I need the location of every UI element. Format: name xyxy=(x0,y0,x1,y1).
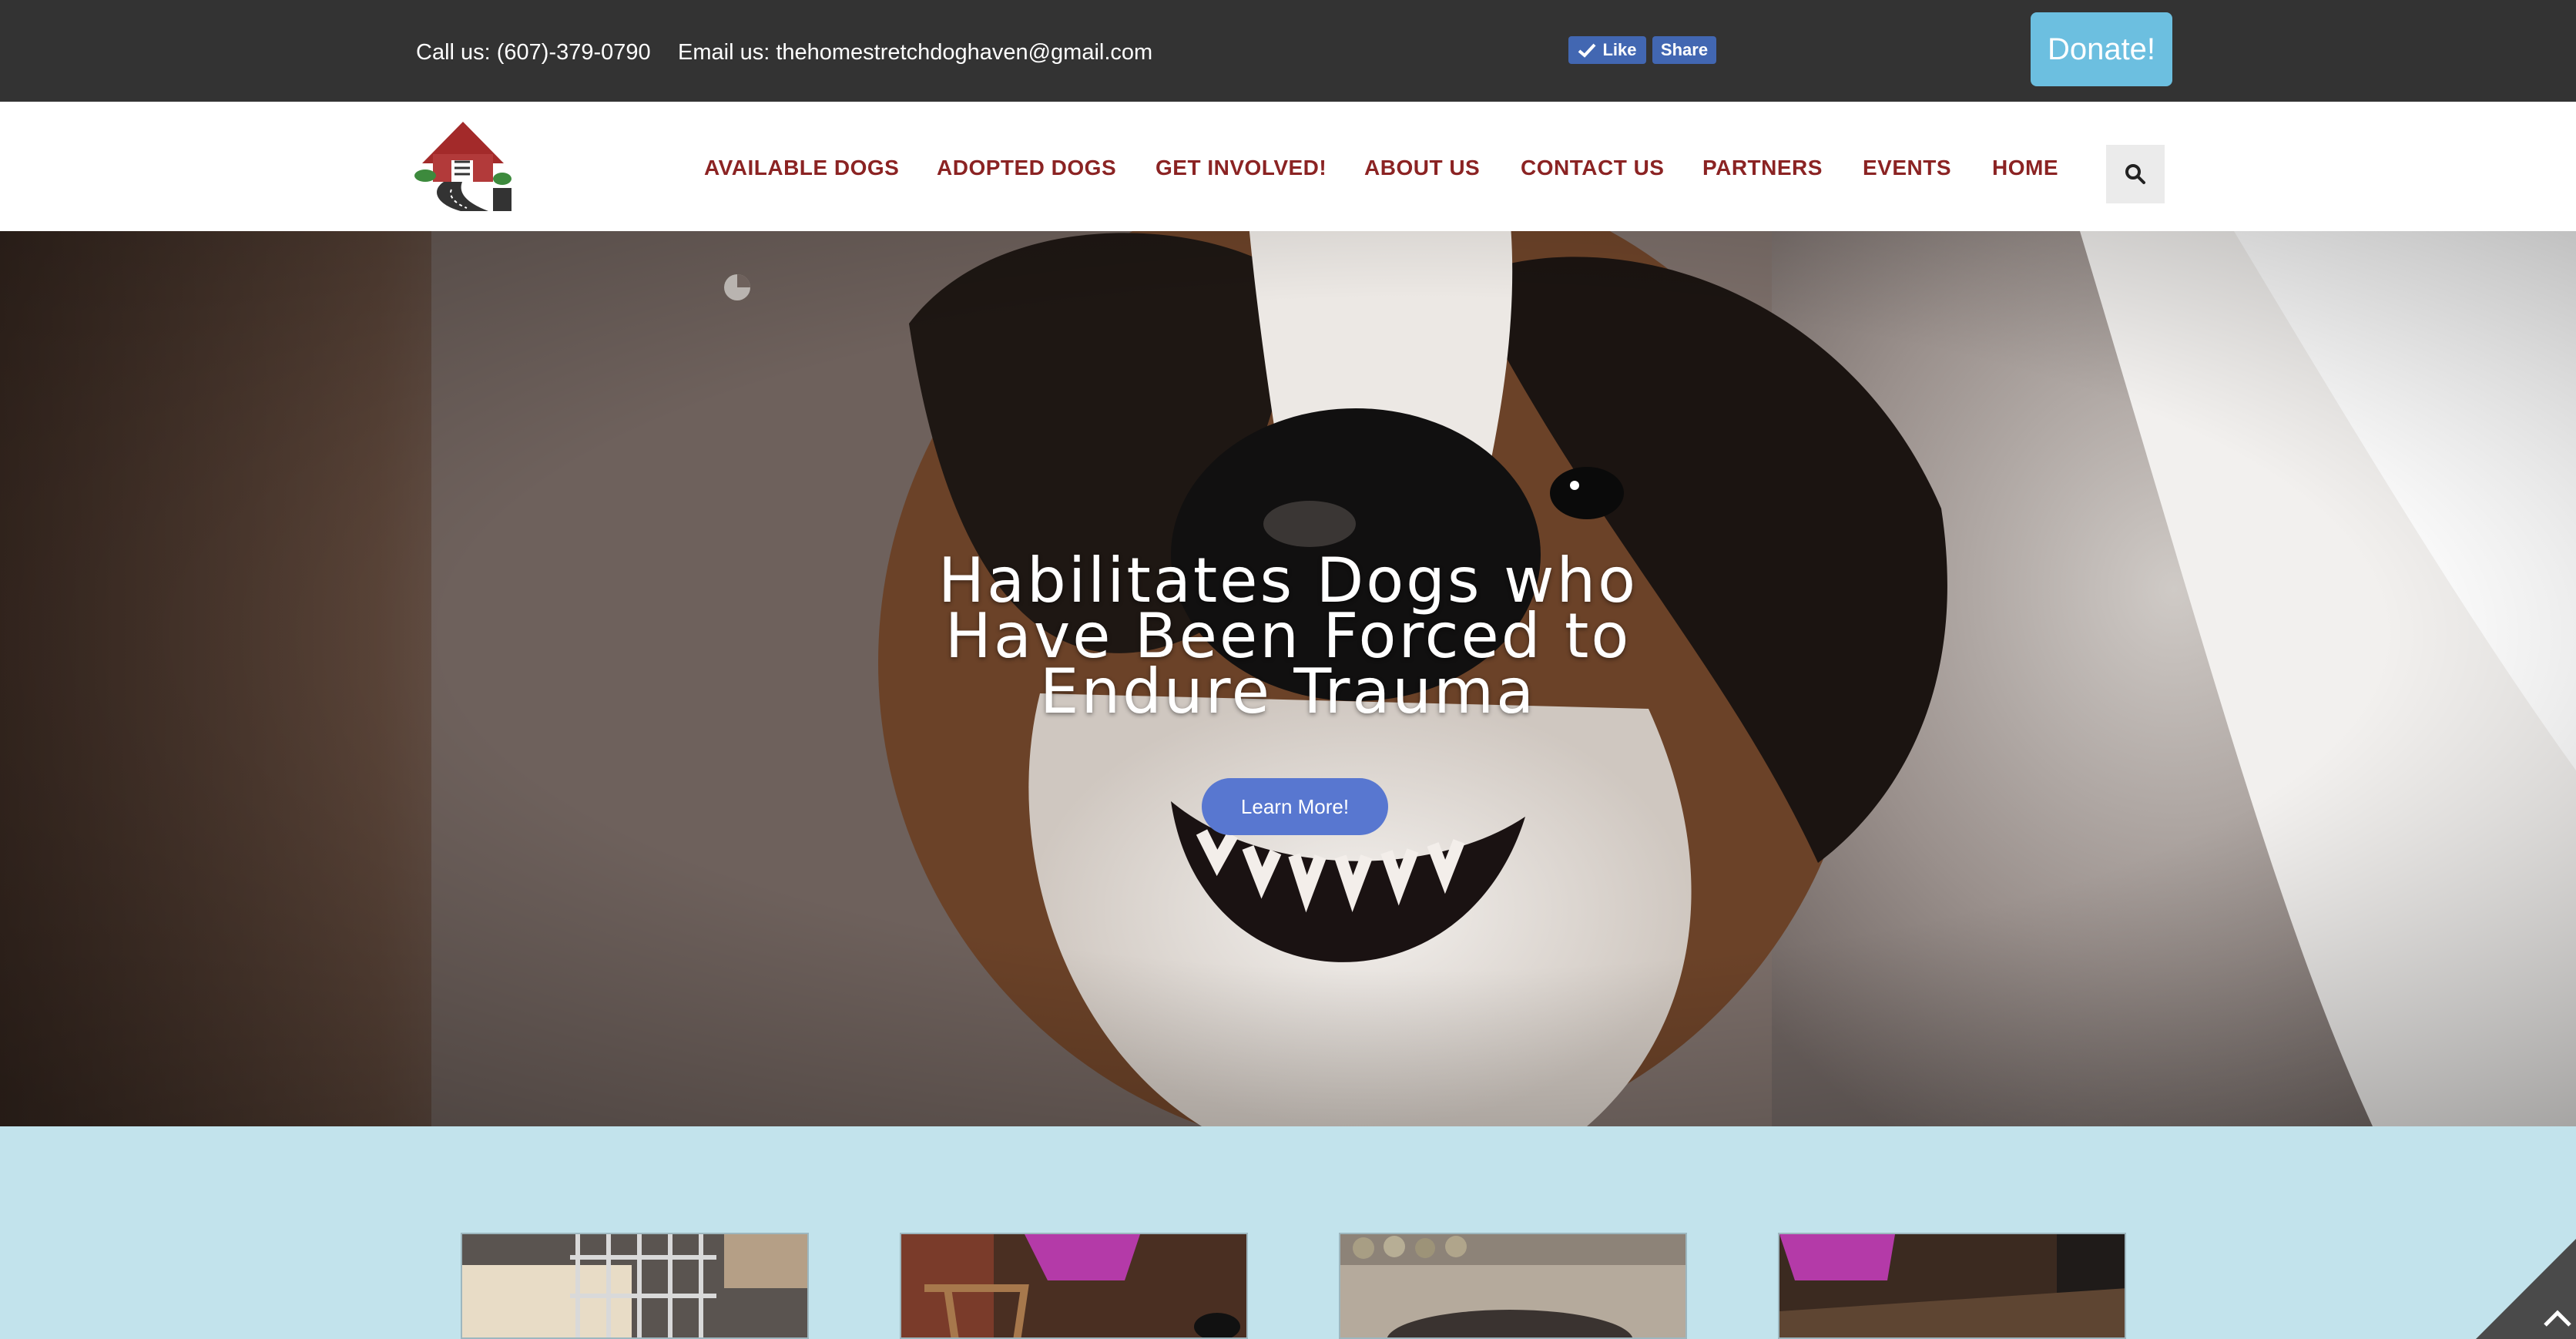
nav-home[interactable]: HOME xyxy=(1992,156,2058,180)
top-bar: Call us: (607)-379-0790 Email us: thehom… xyxy=(0,0,2576,102)
loading-spinner-icon xyxy=(724,274,750,300)
facebook-like-button[interactable]: Like xyxy=(1568,36,1646,64)
site-logo[interactable] xyxy=(414,114,512,211)
nav-partners[interactable]: PARTNERS xyxy=(1702,156,1823,180)
facebook-like-label: Like xyxy=(1602,40,1637,59)
hero-title: Habilitates Dogs who Have Been Forced to… xyxy=(824,550,1752,727)
learn-more-button[interactable]: Learn More! xyxy=(1202,778,1388,835)
featured-dogs-section xyxy=(0,1126,2576,1339)
checkmark-icon xyxy=(1578,43,1596,58)
hero-title-line-3: Endure Trauma xyxy=(1039,656,1537,727)
facebook-share-label: Share xyxy=(1660,40,1709,59)
facebook-share-button[interactable]: Share xyxy=(1652,36,1716,64)
dog-card-4[interactable] xyxy=(1778,1233,2126,1339)
dog-card-1[interactable] xyxy=(461,1233,809,1339)
nav-adopted-dogs[interactable]: ADOPTED DOGS xyxy=(937,156,1116,180)
dog-card-image xyxy=(901,1234,1246,1337)
dog-card-image xyxy=(462,1234,807,1337)
nav-events[interactable]: EVENTS xyxy=(1863,156,1951,180)
donate-button[interactable]: Donate! xyxy=(2031,12,2172,86)
dog-card-3[interactable] xyxy=(1339,1233,1687,1339)
phone-text[interactable]: Call us: (607)-379-0790 xyxy=(416,39,651,66)
scroll-to-top-button[interactable] xyxy=(2476,1239,2576,1339)
dog-card-image xyxy=(1779,1234,2125,1337)
nav-contact-us[interactable]: CONTACT US xyxy=(1521,156,1664,180)
hero-banner: Habilitates Dogs who Have Been Forced to… xyxy=(0,231,2576,1126)
email-text[interactable]: Email us: thehomestretchdoghaven@gmail.c… xyxy=(678,39,1152,66)
search-button[interactable] xyxy=(2106,145,2165,203)
search-icon xyxy=(2125,164,2145,184)
nav-get-involved[interactable]: GET INVOLVED! xyxy=(1156,156,1327,180)
dog-card-2[interactable] xyxy=(900,1233,1248,1339)
nav-available-dogs[interactable]: AVAILABLE DOGS xyxy=(704,156,899,180)
dog-card-image xyxy=(1340,1234,1685,1337)
nav-about-us[interactable]: ABOUT US xyxy=(1364,156,1480,180)
